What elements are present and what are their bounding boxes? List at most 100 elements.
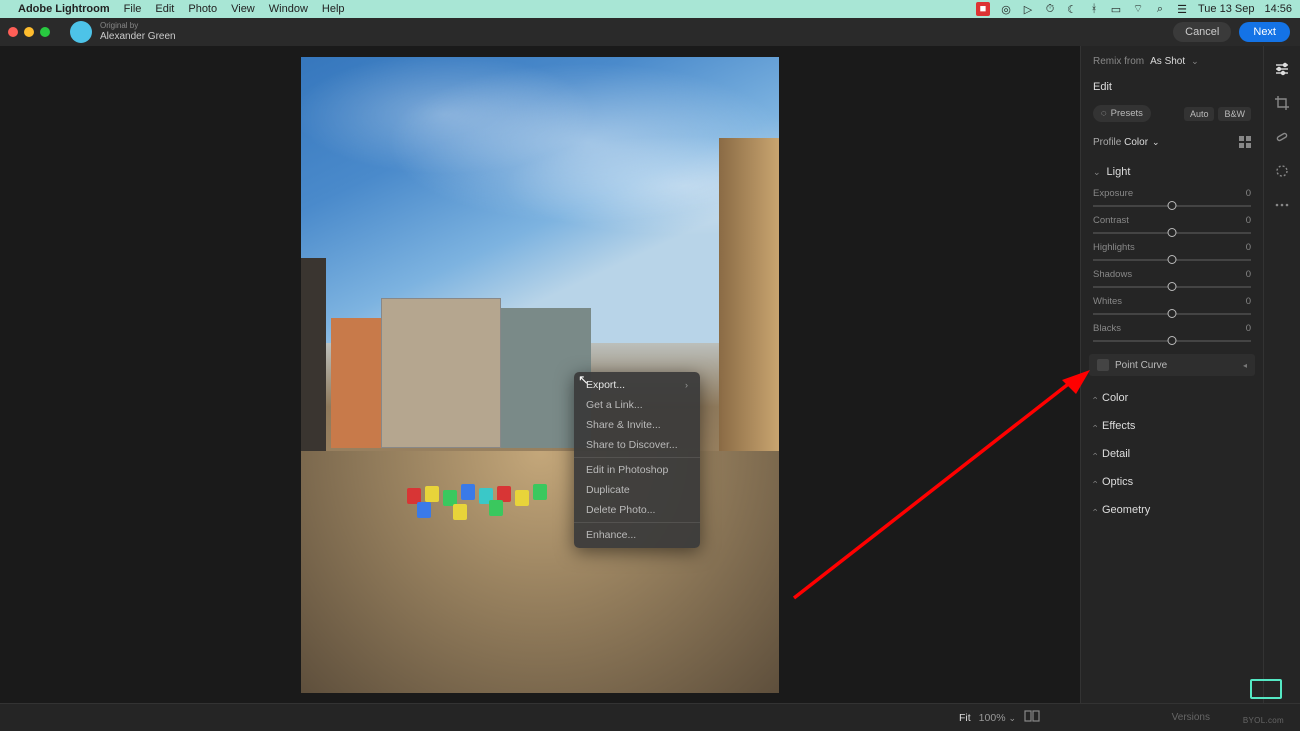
spotlight-icon[interactable]: ⌕	[1154, 3, 1166, 15]
menubar-date[interactable]: Tue 13 Sep	[1198, 3, 1254, 15]
slider-contrast[interactable]: Contrast0	[1081, 213, 1263, 240]
menubar-time[interactable]: 14:56	[1264, 3, 1292, 15]
clock-icon[interactable]: ⏱	[1044, 3, 1056, 15]
bw-button[interactable]: B&W	[1218, 107, 1251, 121]
section-light[interactable]: ⌄ Light	[1081, 158, 1263, 186]
profile-value[interactable]: Color ⌄	[1124, 137, 1159, 148]
context-menu-separator	[574, 457, 700, 458]
chevron-down-icon: ⌄	[1152, 137, 1160, 148]
context-menu-separator	[574, 522, 700, 523]
context-menu-export[interactable]: Export... ›	[574, 375, 700, 395]
battery-icon[interactable]: ▭	[1110, 3, 1122, 15]
menubar-app-name[interactable]: Adobe Lightroom	[18, 3, 110, 15]
chevron-right-icon: ›	[1090, 481, 1100, 484]
auto-button[interactable]: Auto	[1184, 107, 1215, 121]
chevron-right-icon: ›	[1090, 509, 1100, 512]
context-menu-edit-photoshop[interactable]: Edit in Photoshop	[574, 460, 700, 480]
compare-icon[interactable]	[1024, 709, 1040, 726]
chevron-right-icon: ›	[685, 380, 688, 390]
bluetooth-icon[interactable]: ᚼ	[1088, 3, 1100, 15]
presets-button[interactable]: ◌ Presets	[1093, 105, 1151, 122]
slider-shadows[interactable]: Shadows0	[1081, 267, 1263, 294]
cc-sync-icon[interactable]: ◎	[1000, 3, 1012, 15]
section-geometry[interactable]: › Geometry	[1081, 496, 1263, 524]
recording-icon[interactable]: ■	[976, 2, 990, 16]
more-icon[interactable]	[1273, 196, 1291, 214]
app-topbar: Original by Alexander Green Cancel Next	[0, 18, 1300, 46]
masking-icon[interactable]	[1273, 162, 1291, 180]
versions-label[interactable]: Versions	[1172, 712, 1210, 723]
context-menu-duplicate[interactable]: Duplicate	[574, 480, 700, 500]
context-menu: Export... › Get a Link... Share & Invite…	[574, 372, 700, 548]
watermark: BYOL.com	[1243, 716, 1284, 725]
user-name: Alexander Green	[100, 31, 176, 42]
maximize-window-icon[interactable]	[40, 27, 50, 37]
minimize-window-icon[interactable]	[24, 27, 34, 37]
slider-highlights[interactable]: Highlights0	[1081, 240, 1263, 267]
menu-window[interactable]: Window	[269, 3, 308, 15]
photo-preview[interactable]	[301, 57, 779, 693]
edit-title: Edit	[1081, 77, 1263, 101]
remix-value: As Shot	[1150, 56, 1185, 67]
context-menu-share-discover[interactable]: Share to Discover...	[574, 435, 700, 455]
chevron-down-icon: ⌄	[1008, 713, 1016, 723]
context-menu-get-link[interactable]: Get a Link...	[574, 395, 700, 415]
control-center-icon[interactable]: ☰	[1176, 3, 1188, 15]
filmstrip-toggle-icon[interactable]	[1250, 679, 1282, 699]
avatar	[70, 21, 92, 43]
canvas-area[interactable]: ↖ Export... › Get a Link... Share & Invi…	[0, 46, 1080, 703]
presets-icon: ◌	[1101, 108, 1107, 119]
profile-label: Profile	[1093, 137, 1121, 148]
play-icon[interactable]: ▷	[1022, 3, 1034, 15]
dnd-moon-icon[interactable]: ☾	[1066, 3, 1078, 15]
profile-browser-icon[interactable]	[1239, 136, 1251, 148]
user-byline: Original by	[100, 22, 176, 31]
zoom-value[interactable]: 100% ⌄	[979, 712, 1016, 724]
slider-knob[interactable]	[1168, 282, 1177, 291]
close-window-icon[interactable]	[8, 27, 18, 37]
slider-knob[interactable]	[1168, 201, 1177, 210]
fit-label[interactable]: Fit	[959, 712, 971, 724]
chevron-right-icon: ›	[1090, 425, 1100, 428]
slider-knob[interactable]	[1168, 228, 1177, 237]
user-block[interactable]: Original by Alexander Green	[70, 21, 176, 43]
edit-panel: Remix from As Shot ⌄ Edit ◌ Presets Auto…	[1080, 46, 1263, 703]
crop-icon[interactable]	[1273, 94, 1291, 112]
menu-view[interactable]: View	[231, 3, 255, 15]
tool-strip	[1263, 46, 1300, 703]
chevron-left-icon: ◂	[1243, 361, 1247, 370]
remix-from-row[interactable]: Remix from As Shot ⌄	[1081, 46, 1263, 77]
context-menu-share-invite[interactable]: Share & Invite...	[574, 415, 700, 435]
context-menu-delete[interactable]: Delete Photo...	[574, 500, 700, 520]
curve-icon	[1097, 359, 1109, 371]
slider-blacks[interactable]: Blacks0	[1081, 321, 1263, 348]
section-optics[interactable]: › Optics	[1081, 468, 1263, 496]
wifi-icon[interactable]: ⌔	[1132, 3, 1144, 15]
chevron-right-icon: ›	[1090, 453, 1100, 456]
section-effects[interactable]: › Effects	[1081, 412, 1263, 440]
bottom-bar: Fit 100% ⌄ Versions	[0, 703, 1300, 731]
next-button[interactable]: Next	[1239, 22, 1290, 42]
slider-whites[interactable]: Whites0	[1081, 294, 1263, 321]
slider-knob[interactable]	[1168, 336, 1177, 345]
chevron-down-icon: ⌄	[1191, 56, 1199, 67]
healing-icon[interactable]	[1273, 128, 1291, 146]
section-color[interactable]: › Color	[1081, 384, 1263, 412]
slider-knob[interactable]	[1168, 255, 1177, 264]
context-menu-enhance[interactable]: Enhance...	[574, 525, 700, 545]
menu-help[interactable]: Help	[322, 3, 345, 15]
menu-file[interactable]: File	[124, 3, 142, 15]
cancel-button[interactable]: Cancel	[1173, 22, 1231, 42]
slider-exposure[interactable]: Exposure0	[1081, 186, 1263, 213]
chevron-down-icon: ⌄	[1093, 167, 1101, 178]
section-detail[interactable]: › Detail	[1081, 440, 1263, 468]
menu-photo[interactable]: Photo	[188, 3, 217, 15]
menu-edit[interactable]: Edit	[155, 3, 174, 15]
remix-label: Remix from	[1093, 56, 1144, 67]
edit-sliders-icon[interactable]	[1273, 60, 1291, 78]
slider-fknob[interactable]	[1168, 309, 1177, 318]
chevron-right-icon: ›	[1090, 397, 1100, 400]
window-controls	[8, 27, 50, 37]
mac-menubar: Adobe Lightroom File Edit Photo View Win…	[0, 0, 1300, 18]
point-curve-button[interactable]: Point Curve ◂	[1089, 354, 1255, 376]
